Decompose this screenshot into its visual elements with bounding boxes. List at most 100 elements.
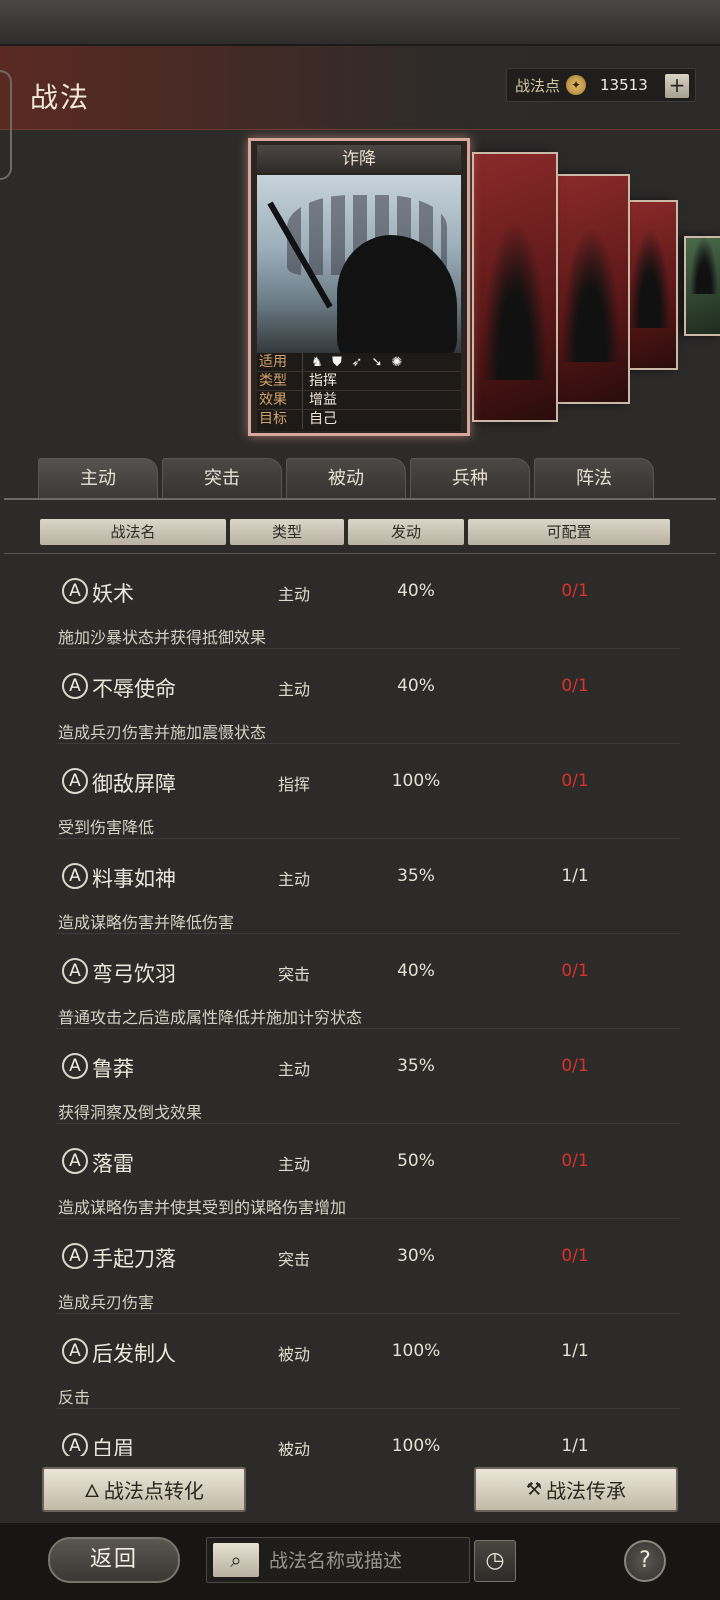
tactic-type: 主动 [277, 680, 310, 699]
list-item[interactable]: A 落雷 主动 50% 0/1 造成谋略伤害并使其受到的谋略伤害增加 [0, 1126, 720, 1221]
tactic-type: 被动 [277, 1440, 310, 1456]
grade-badge: A [62, 768, 88, 794]
list-item[interactable]: A 后发制人 被动 100% 1/1 反击 [0, 1316, 720, 1411]
list-item[interactable]: A 妖术 主动 40% 0/1 施加沙暴状态并获得抵御效果 [0, 556, 720, 651]
tactic-name: 御敌屏障 [92, 772, 176, 796]
info-key: 目标 [257, 410, 303, 429]
tactic-slots: 1/1 [561, 1436, 589, 1456]
column-headers: 战法名 类型 发动 可配置 [40, 519, 670, 545]
convert-points-button[interactable]: 🜂 战法点转化 [42, 1467, 246, 1512]
spear-icon: ➘ [371, 354, 383, 370]
chariot-icon: ✺ [391, 354, 403, 370]
search-icon[interactable]: ⌕ [213, 1543, 259, 1577]
grade-badge: A [62, 673, 88, 699]
tactic-type: 主动 [277, 1155, 310, 1174]
top-decor-bar [0, 0, 720, 46]
info-value: 自己 [309, 411, 337, 427]
tactic-list[interactable]: A 妖术 主动 40% 0/1 施加沙暴状态并获得抵御效果 A 不辱使命 主动 40% 0/1 造成兵… [0, 556, 720, 1456]
list-item[interactable]: A 御敌屏障 指挥 100% 0/1 受到伤害降低 [0, 746, 720, 841]
tactic-name: 白眉 [92, 1437, 134, 1456]
info-key: 类型 [257, 372, 303, 390]
back-button[interactable]: 返回 [48, 1537, 180, 1583]
grade-badge: A [62, 863, 88, 889]
selected-tactic-card[interactable]: 诈降 适用 ♞ ⛊ ➶ ➘ ✺ 类型 指挥 效果 增益 目标 自己 [248, 138, 470, 436]
hammer-icon: ⚒ [525, 1479, 543, 1500]
tab-assault[interactable]: 突击 [162, 458, 282, 498]
tactic-points-panel: 战法点 ✦ 13513 + [506, 68, 696, 102]
tactic-rate: 50% [397, 1151, 435, 1171]
tab-formation[interactable]: 阵法 [534, 458, 654, 498]
carousel-card[interactable] [552, 174, 630, 404]
tabs-divider [4, 498, 716, 500]
grade-badge: A [62, 1243, 88, 1269]
column-type[interactable]: 类型 [230, 519, 344, 545]
flame-icon: 🜂 [84, 1481, 100, 1502]
info-value: 指挥 [309, 372, 337, 389]
column-name[interactable]: 战法名 [40, 519, 226, 545]
search-box: ⌕ [206, 1537, 470, 1583]
tactic-description: 造成兵刃伤害 [58, 1293, 155, 1312]
carousel-card[interactable] [684, 236, 720, 336]
tactic-description: 造成谋略伤害并降低伤害 [58, 913, 235, 932]
info-key: 效果 [257, 391, 303, 409]
category-tabs: 主动 突击 被动 兵种 阵法 [38, 458, 654, 498]
unit-icons: ♞ ⛊ ➶ ➘ ✺ [303, 353, 405, 371]
tactic-description: 造成兵刃伤害并施加震慑状态 [58, 723, 267, 742]
column-rate[interactable]: 发动 [348, 519, 464, 545]
column-slots[interactable]: 可配置 [468, 519, 670, 545]
carousel-card[interactable] [622, 200, 678, 370]
points-label: 战法点 [515, 76, 561, 95]
search-input[interactable] [269, 1546, 465, 1576]
tab-passive[interactable]: 被动 [286, 458, 406, 498]
grade-badge: A [62, 1338, 88, 1364]
tactic-rate: 35% [397, 866, 435, 886]
tactic-rate: 40% [397, 961, 435, 981]
tactic-type: 被动 [277, 1345, 310, 1364]
columns-divider [4, 553, 716, 554]
tactic-slots: 0/1 [561, 961, 589, 981]
list-item[interactable]: A 手起刀落 突击 30% 0/1 造成兵刃伤害 [0, 1221, 720, 1316]
list-item[interactable]: A 弯弓饮羽 突击 40% 0/1 普通攻击之后造成属性降低并施加计穷状态 [0, 936, 720, 1031]
page-title: 战法 [30, 81, 91, 114]
tactic-description: 受到伤害降低 [58, 818, 155, 837]
grade-badge: A [62, 1433, 88, 1456]
grade-badge: A [62, 1148, 88, 1174]
tactic-slots: 1/1 [561, 1341, 589, 1361]
tactic-name: 妖术 [92, 582, 134, 606]
list-item[interactable]: A 不辱使命 主动 40% 0/1 造成兵刃伤害并施加震慑状态 [0, 651, 720, 746]
carousel-card[interactable] [472, 152, 558, 422]
card-info-table: 适用 ♞ ⛊ ➶ ➘ ✺ 类型 指挥 效果 增益 目标 自己 [257, 353, 461, 431]
list-item[interactable]: A 鲁莽 主动 35% 0/1 获得洞察及倒戈效果 [0, 1031, 720, 1126]
tactic-type: 突击 [277, 1250, 310, 1269]
list-item[interactable]: A 白眉 被动 100% 1/1 [0, 1411, 720, 1456]
tactic-slots: 1/1 [561, 866, 589, 886]
tactic-rate: 40% [397, 581, 435, 601]
tab-troop[interactable]: 兵种 [410, 458, 530, 498]
tactic-type: 突击 [277, 965, 310, 984]
tactic-type: 主动 [277, 870, 310, 889]
history-clock-icon[interactable]: ◷ [474, 1540, 516, 1582]
header-edge-decor [0, 70, 12, 180]
tactic-description: 普通攻击之后造成属性降低并施加计穷状态 [58, 1008, 363, 1027]
tactic-slots: 0/1 [561, 1246, 589, 1266]
tactic-name: 手起刀落 [92, 1247, 176, 1271]
points-icon: ✦ [566, 75, 587, 95]
tactic-type: 主动 [277, 1060, 310, 1079]
inherit-tactic-button[interactable]: ⚒ 战法传承 [474, 1467, 678, 1512]
card-title: 诈降 [257, 145, 461, 173]
tactic-name: 后发制人 [92, 1342, 176, 1366]
tactic-name: 不辱使命 [92, 677, 176, 701]
tactic-rate: 100% [391, 771, 441, 791]
grade-badge: A [62, 958, 88, 984]
tactic-name: 落雷 [92, 1152, 134, 1176]
tactic-slots: 0/1 [561, 581, 589, 601]
add-points-button[interactable]: + [665, 74, 689, 98]
help-button[interactable]: ? [624, 1540, 666, 1582]
tactic-rate: 30% [397, 1246, 435, 1266]
tactic-type: 指挥 [277, 775, 310, 794]
info-value: 增益 [309, 391, 337, 408]
list-item[interactable]: A 料事如神 主动 35% 1/1 造成谋略伤害并降低伤害 [0, 841, 720, 936]
tactic-description: 获得洞察及倒戈效果 [58, 1103, 203, 1122]
tactic-slots: 0/1 [561, 1056, 589, 1076]
tab-active[interactable]: 主动 [38, 458, 158, 498]
